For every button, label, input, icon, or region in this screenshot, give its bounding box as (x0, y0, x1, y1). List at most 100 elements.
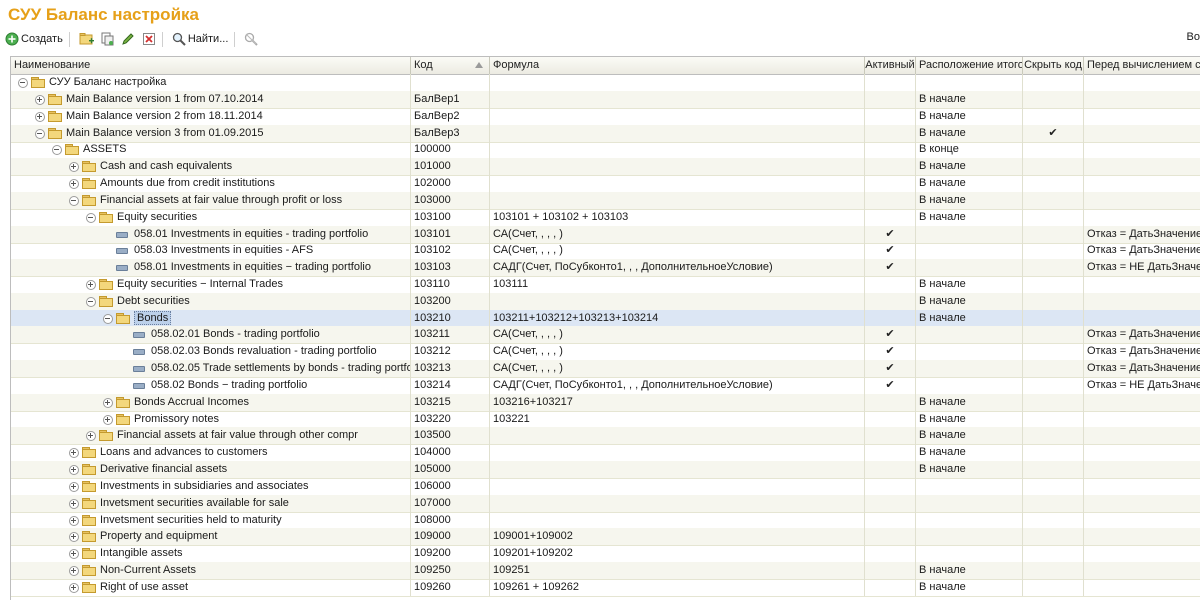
cell-name[interactable]: Invetsment securities available for sale (11, 494, 411, 512)
cell-formula[interactable] (490, 191, 865, 209)
cell-active[interactable]: ✔ (865, 326, 916, 344)
cell-before-calc[interactable] (1084, 562, 1200, 579)
table-row[interactable]: 058.02.03 Bonds revaluation - trading po… (11, 343, 1200, 362)
cell-formula[interactable] (490, 175, 865, 192)
cell-code[interactable]: 100000 (411, 141, 490, 159)
cell-before-calc[interactable] (1084, 528, 1200, 545)
table-row[interactable]: Main Balance version 2 from 18.11.2014 Ба… (11, 107, 1200, 126)
cell-active[interactable] (865, 578, 916, 596)
cell-hide-code[interactable] (1023, 191, 1084, 209)
cell-location[interactable]: В начале (916, 427, 1023, 445)
cell-name[interactable]: Non-Current Assets (11, 562, 411, 580)
cell-active[interactable] (865, 208, 916, 226)
cell-before-calc[interactable] (1084, 394, 1200, 411)
cell-code[interactable]: 103103 (411, 259, 490, 277)
cell-active[interactable]: ✔ (865, 360, 916, 378)
cell-name[interactable]: 058.01 Investments in equities − trading… (11, 259, 411, 277)
expand-toggle-icon[interactable] (85, 276, 96, 293)
cell-before-calc[interactable] (1084, 125, 1200, 142)
table-row[interactable]: Debt securities 103200 В начале (11, 292, 1200, 311)
table-row[interactable]: Amounts due from credit institutions 1020… (11, 175, 1200, 193)
column-header-before-calc[interactable]: Перед вычислением стат (1084, 57, 1200, 74)
edit-button[interactable] (119, 30, 137, 48)
cell-hide-code[interactable] (1023, 410, 1084, 428)
cell-before-calc[interactable]: Отказ = НЕ ДатьЗначени (1084, 259, 1200, 276)
cell-before-calc[interactable]: Отказ = ДатьЗначениеТЗ (1084, 226, 1200, 243)
cell-name[interactable]: Amounts due from credit institutions (11, 175, 411, 192)
cell-formula[interactable]: 103211+103212+103213+103214 (490, 309, 865, 327)
column-header-formula[interactable]: Формула (490, 57, 865, 74)
cell-code[interactable]: 103500 (411, 427, 490, 445)
cell-hide-code[interactable] (1023, 376, 1084, 394)
cell-hide-code[interactable] (1023, 528, 1084, 546)
cell-before-calc[interactable] (1084, 411, 1200, 428)
cell-name[interactable]: Financial assets at fair value through p… (11, 191, 411, 209)
cell-name[interactable]: Equity securities (11, 208, 411, 226)
cell-before-calc[interactable] (1084, 141, 1200, 158)
cell-name[interactable]: СУУ Баланс настройка (11, 74, 411, 91)
column-header-hide-code[interactable]: Скрыть код (1023, 57, 1084, 74)
cell-location[interactable]: В начале (916, 208, 1023, 226)
cell-hide-code[interactable] (1023, 427, 1084, 445)
cell-hide-code[interactable] (1023, 343, 1084, 361)
cell-location[interactable] (916, 74, 1023, 91)
collapse-toggle-icon[interactable] (51, 141, 62, 158)
create-button[interactable]: Создать (3, 30, 65, 48)
cell-active[interactable] (865, 461, 916, 479)
cell-hide-code[interactable] (1023, 578, 1084, 596)
cell-formula[interactable]: 103216+103217 (490, 393, 865, 411)
cell-code[interactable]: БалВер1 (411, 90, 490, 108)
cell-active[interactable] (865, 528, 916, 546)
cell-hide-code[interactable]: ✔ (1023, 124, 1084, 142)
cell-active[interactable]: ✔ (865, 259, 916, 277)
cell-formula[interactable]: СА(Счет, , , , ) (490, 326, 865, 344)
table-row[interactable]: 058.01 Investments in equities - trading… (11, 225, 1200, 244)
cell-formula[interactable]: 103101 + 103102 + 103103 (490, 208, 865, 226)
cell-location[interactable]: В начале (916, 175, 1023, 192)
collapse-toggle-icon[interactable] (102, 310, 113, 327)
table-row[interactable]: Derivative financial assets 105000 В начал… (11, 461, 1200, 480)
table-row[interactable]: Investments in subsidiaries and associat… (11, 477, 1200, 496)
cell-location[interactable]: В начале (916, 90, 1023, 108)
cell-before-calc[interactable] (1084, 579, 1200, 596)
expand-toggle-icon[interactable] (34, 108, 45, 125)
cell-hide-code[interactable] (1023, 158, 1084, 176)
cell-before-calc[interactable] (1084, 444, 1200, 461)
cell-active[interactable] (865, 477, 916, 495)
cell-before-calc[interactable]: Отказ = НЕ ДатьЗначени (1084, 377, 1200, 394)
table-row[interactable]: Equity securities − Internal Trades 10311… (11, 276, 1200, 294)
cell-active[interactable] (865, 562, 916, 580)
cell-formula[interactable] (490, 444, 865, 462)
cell-location[interactable] (916, 360, 1023, 378)
cell-formula[interactable]: СА(Счет, , , , ) (490, 360, 865, 378)
cell-formula[interactable] (490, 107, 865, 125)
cell-code[interactable]: 109260 (411, 578, 490, 596)
cell-location[interactable]: В начале (916, 191, 1023, 209)
cell-name[interactable]: Derivative financial assets (11, 461, 411, 479)
cell-hide-code[interactable] (1023, 477, 1084, 495)
cell-code[interactable]: 103210 (411, 309, 490, 327)
column-header-code[interactable]: Код (411, 57, 490, 74)
cancel-search-button[interactable] (242, 30, 260, 48)
cell-hide-code[interactable] (1023, 292, 1084, 310)
cell-active[interactable] (865, 444, 916, 462)
delete-button[interactable] (140, 30, 158, 48)
cell-location[interactable]: В начале (916, 578, 1023, 596)
cell-name[interactable]: Right of use asset (11, 578, 411, 596)
cell-code[interactable]: 103000 (411, 191, 490, 209)
cell-before-calc[interactable] (1084, 293, 1200, 310)
cell-hide-code[interactable] (1023, 545, 1084, 563)
find-button[interactable]: Найти... (170, 30, 231, 48)
table-row[interactable]: 058.01 Investments in equities − trading… (11, 259, 1200, 278)
table-row[interactable]: Loans and advances to customers 104000 В н… (11, 444, 1200, 463)
cell-name[interactable]: 058.02.03 Bonds revaluation - trading po… (11, 343, 411, 361)
cell-name[interactable]: Equity securities − Internal Trades (11, 276, 411, 293)
cell-location[interactable] (916, 242, 1023, 260)
cell-before-calc[interactable] (1084, 461, 1200, 478)
expand-toggle-icon[interactable] (68, 478, 79, 495)
cell-active[interactable] (865, 427, 916, 445)
cell-code[interactable]: 108000 (411, 511, 490, 529)
column-header-location[interactable]: Расположение итогов (916, 57, 1023, 74)
cell-hide-code[interactable] (1023, 393, 1084, 411)
cell-active[interactable]: ✔ (865, 376, 916, 394)
